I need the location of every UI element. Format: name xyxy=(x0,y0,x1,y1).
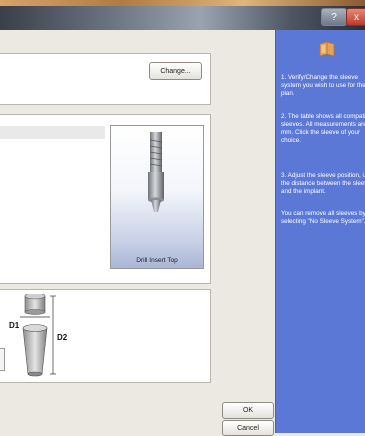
sleeves-panel: Drill Insert Top xyxy=(0,114,211,284)
title-bar: ? x xyxy=(0,0,365,30)
sleeve-preview: Drill Insert Top xyxy=(110,125,204,269)
help-button[interactable]: ? xyxy=(321,8,347,26)
offset-stepper[interactable] xyxy=(0,348,5,371)
ok-button[interactable]: OK xyxy=(222,402,274,419)
change-sleeve-system-button[interactable]: Change... xyxy=(149,62,202,80)
preview-caption: Drill Insert Top xyxy=(136,257,178,264)
sleeve-position-panel: D1 D2 xyxy=(0,289,211,383)
help-step-1: 1. Verify/Change the sleeve system you w… xyxy=(281,74,365,98)
sleeve-system-panel: Change... xyxy=(0,53,211,105)
sleeve-dimension-diagram: D1 D2 xyxy=(9,294,68,377)
drill-insert-image xyxy=(148,132,164,212)
help-step-2: 2. The table shows all compatible sleeve… xyxy=(281,113,365,145)
dialog-main-area: Change... Drill Insert Top D1 D2 OK Canc… xyxy=(0,30,275,436)
sleeve-table-header xyxy=(0,126,105,139)
help-step-3: 3. Adjust the sleeve position, i.e. the … xyxy=(281,172,365,196)
cancel-button[interactable]: Cancel xyxy=(222,420,274,436)
help-book-icon xyxy=(319,41,335,57)
help-note: You can remove all sleeves by selecting … xyxy=(281,210,365,226)
d2-label: D2 xyxy=(57,333,68,342)
help-sidebar: 1. Verify/Change the sleeve system you w… xyxy=(275,30,365,433)
d1-label: D1 xyxy=(9,321,20,330)
title-bar-decoration xyxy=(0,0,365,6)
close-button[interactable]: x xyxy=(346,8,365,26)
